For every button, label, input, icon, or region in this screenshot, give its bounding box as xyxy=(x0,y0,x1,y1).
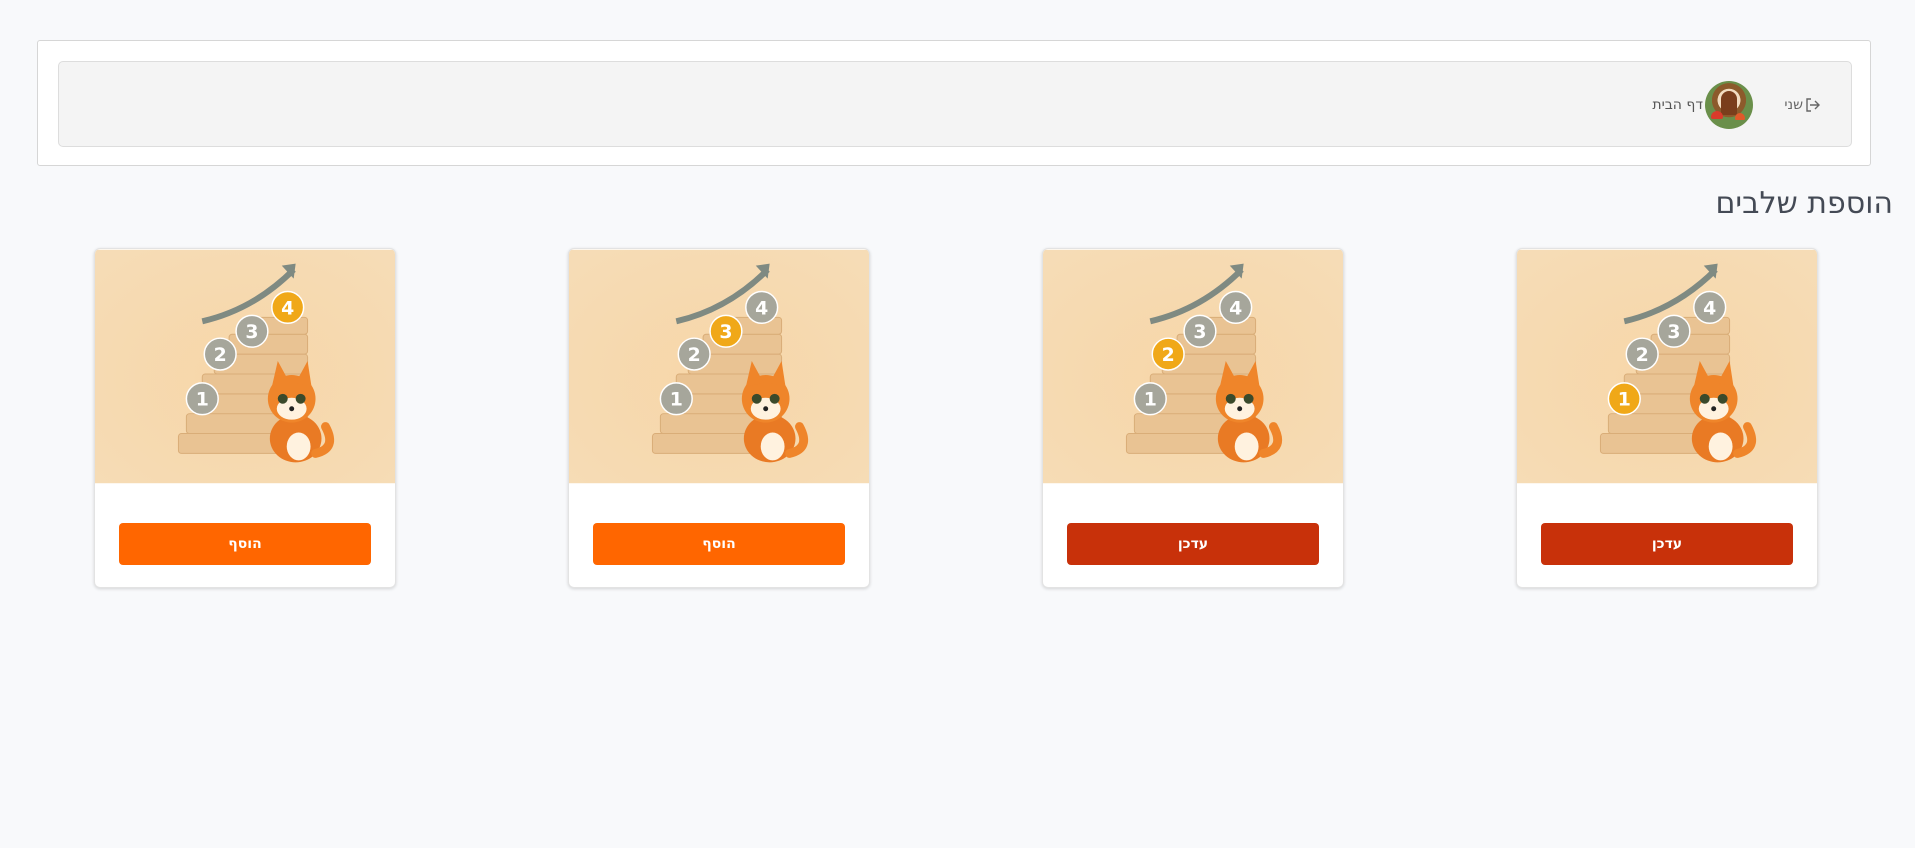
step-circle-3: 3 xyxy=(1183,314,1217,348)
step-number: 3 xyxy=(245,321,258,343)
add-button[interactable]: הוסף xyxy=(593,523,845,565)
step-number: 4 xyxy=(281,297,294,319)
step-circle-2: 2 xyxy=(677,337,711,371)
step-number: 1 xyxy=(1618,389,1631,411)
steps-fox-illustration: 1 2 3 4 xyxy=(1517,249,1817,484)
step-circle-3: 3 xyxy=(235,314,269,348)
step-number: 1 xyxy=(1144,389,1157,411)
steps-fox-illustration: 1 2 3 4 xyxy=(1043,249,1343,484)
page-title: הוספת שלבים xyxy=(1715,186,1894,221)
step-number: 2 xyxy=(214,344,227,366)
step-circle-3: 3 xyxy=(1657,314,1691,348)
step-number: 2 xyxy=(688,344,701,366)
step-circle-1: 1 xyxy=(185,382,219,416)
step-circle-1: 1 xyxy=(1607,382,1641,416)
logout-link[interactable]: שני xyxy=(1784,95,1821,115)
logout-user-label: שני xyxy=(1784,97,1803,113)
step-number: 1 xyxy=(196,389,209,411)
steps-fox-illustration: 1 2 3 4 xyxy=(569,249,869,484)
step-circle-3: 3 xyxy=(709,314,743,348)
step-circle-4: 4 xyxy=(271,290,305,325)
step-number: 1 xyxy=(670,389,683,411)
step-circle-4: 4 xyxy=(745,290,779,325)
steps-fox-illustration: 1 2 3 4 xyxy=(95,249,395,484)
step-card: 1 2 3 4 עדכן xyxy=(1042,248,1344,588)
step-circle-2: 2 xyxy=(203,337,237,371)
step-circle-2: 2 xyxy=(1151,337,1185,371)
step-number: 2 xyxy=(1636,344,1649,366)
step-number: 3 xyxy=(1667,321,1680,343)
update-button[interactable]: עדכן xyxy=(1541,523,1793,565)
step-circle-4: 4 xyxy=(1693,290,1727,325)
step-number: 4 xyxy=(1229,297,1242,319)
step-circle-4: 4 xyxy=(1219,290,1253,325)
navbar: שני דף הבית xyxy=(37,40,1871,166)
step-card: 1 2 3 4 הוסף xyxy=(568,248,870,588)
update-button[interactable]: עדכן xyxy=(1067,523,1319,565)
add-button[interactable]: הוסף xyxy=(119,523,371,565)
home-label: דף הבית xyxy=(1652,97,1703,113)
logout-icon xyxy=(1806,98,1820,112)
step-number: 3 xyxy=(1193,321,1206,343)
step-number: 2 xyxy=(1162,344,1175,366)
step-circle-1: 1 xyxy=(659,382,693,416)
step-card: 1 2 3 4 הוסף xyxy=(94,248,396,588)
step-number: 3 xyxy=(719,321,732,343)
home-link[interactable]: דף הבית xyxy=(1652,81,1753,129)
step-circle-2: 2 xyxy=(1625,337,1659,371)
step-card: 1 2 3 4 עדכן xyxy=(1516,248,1818,588)
step-number: 4 xyxy=(755,297,768,319)
navbar-inner: שני דף הבית xyxy=(58,61,1852,147)
home-logo-icon xyxy=(1705,81,1753,129)
step-circle-1: 1 xyxy=(1133,382,1167,416)
step-number: 4 xyxy=(1703,297,1716,319)
